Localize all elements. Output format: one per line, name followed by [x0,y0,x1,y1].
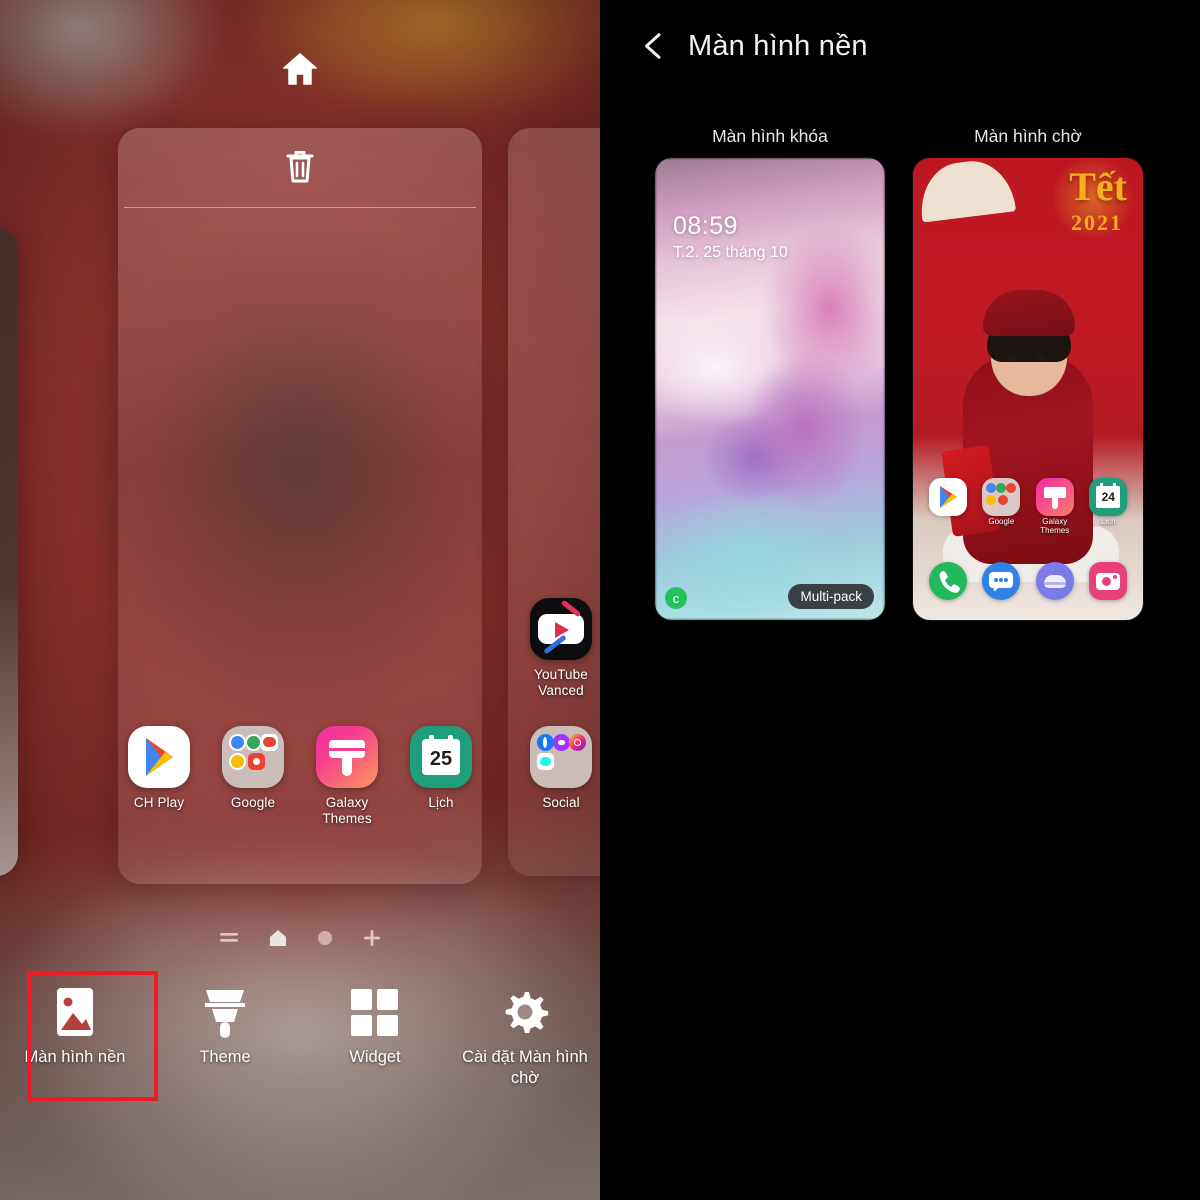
calendar-icon: 25 [410,726,472,788]
preview-dock-camera[interactable] [1087,561,1129,600]
app-folder-google[interactable]: Google [206,726,300,811]
home-icon[interactable] [269,929,287,952]
tet-year-text: 2021 [1071,210,1123,235]
preview-app-google[interactable]: Google [980,478,1022,536]
preview-dock-messages[interactable] [980,561,1022,600]
app-label: Lịch [428,795,454,810]
toolbar-label: Cài đặt Màn hình chờ [462,1048,588,1087]
preview-app-row-top: Google Galaxy Themes 24 Lịch [913,478,1143,536]
social-folder-icon [530,726,592,788]
settings-gear-icon [450,985,600,1041]
preview-lock-screen[interactable]: Màn hình khóa 08:59 T.2. 25 tháng 10 c M… [655,126,885,620]
preview-app-label: Lịch [1100,517,1116,526]
app-icon-galaxy-themes[interactable]: Galaxy Themes [300,726,394,827]
multi-pack-badge: Multi-pack [788,583,875,610]
widget-grid-icon [300,985,450,1041]
phone-icon [928,561,967,600]
internet-icon [1035,561,1074,600]
preview-app-rows: Google Galaxy Themes 24 Lịch [913,478,1143,600]
preview-label: Màn hình khóa [712,126,828,146]
settings-header: Màn hình nền [600,0,1200,92]
app-label: Social [542,795,580,810]
home-screen-thumbnail[interactable]: Tết 2021 Google Galaxy Themes 24 Lịch [913,158,1143,620]
home-icon[interactable] [282,52,318,86]
galaxy-themes-icon [316,726,378,788]
calendar-icon: 24 [1089,478,1128,516]
preview-row: Màn hình khóa 08:59 T.2. 25 tháng 10 c M… [600,126,1200,636]
trash-icon[interactable] [284,148,316,184]
lock-clock-time: 08:59 [673,212,739,240]
preview-app-label: Galaxy Themes [1040,517,1070,535]
lock-screen-thumbnail[interactable]: 08:59 T.2. 25 tháng 10 c Multi-pack [655,158,885,620]
calendar-day: 25 [429,748,453,770]
preview-home-screen[interactable]: Màn hình chờ Tết 2021 Google Galaxy Them… [913,126,1143,620]
galaxy-themes-icon [1035,478,1074,516]
plus-icon[interactable] [363,929,381,952]
preview-app-label: Google [988,517,1015,526]
app-icon-youtube-vanced[interactable]: YouTube Vanced [514,598,600,699]
preview-dock-internet[interactable] [1034,561,1076,600]
page-indicator-row [0,925,600,955]
preview-app-calendar[interactable]: 24 Lịch [1087,478,1129,536]
toolbar-item-widget[interactable]: Widget [300,963,450,1133]
home-dock-row: CH Play Google Galaxy Themes 25 Lịch Soc… [0,726,600,846]
c-icon: c [665,587,687,609]
preview-dock-row [913,561,1143,600]
panel-divider [600,0,602,1200]
google-folder-icon [222,726,284,788]
wallpaper-settings-panel: Màn hình nền Màn hình khóa 08:59 T.2. 25… [600,0,1200,1200]
app-label: YouTube Vanced [534,667,588,698]
toolbar-item-theme[interactable]: Theme [150,963,300,1133]
app-icon-calendar[interactable]: 25 Lịch [394,726,488,811]
preview-app-themes[interactable]: Galaxy Themes [1034,478,1076,536]
list-icon[interactable] [219,931,239,950]
toolbar-label: Widget [349,1048,401,1066]
page-title: Màn hình nền [688,29,868,62]
app-folder-social[interactable]: Social [514,726,600,811]
app-label: Galaxy Themes [322,795,372,826]
card-divider [124,207,476,208]
camera-icon [1089,561,1128,600]
preview-app-play[interactable] [927,478,969,536]
google-folder-icon [982,478,1021,516]
toolbar-label: Theme [199,1048,251,1066]
chevron-left-icon[interactable] [626,18,682,74]
preview-dock-phone[interactable] [927,561,969,600]
dot-icon[interactable] [317,930,333,951]
theme-brush-icon [150,985,300,1041]
toolbar-item-settings[interactable]: Cài đặt Màn hình chờ [450,963,600,1133]
calendar-day: 24 [1096,486,1121,508]
app-icon-ch-play[interactable]: CH Play [112,726,206,811]
youtube-vanced-icon [530,598,592,660]
home-screen-edit-panel: YouTube Vanced CH Play Google Galaxy The… [0,0,600,1200]
app-label: CH Play [133,795,185,810]
messages-icon [982,561,1021,600]
google-play-icon [928,478,967,516]
app-label: Google [230,795,276,810]
google-play-icon [128,726,190,788]
preview-label: Màn hình chờ [974,126,1082,146]
tet-text: Tết [1069,164,1127,209]
highlight-box-wallpaper-toolbar [27,971,158,1101]
lock-clock-date: T.2. 25 tháng 10 [673,244,788,261]
